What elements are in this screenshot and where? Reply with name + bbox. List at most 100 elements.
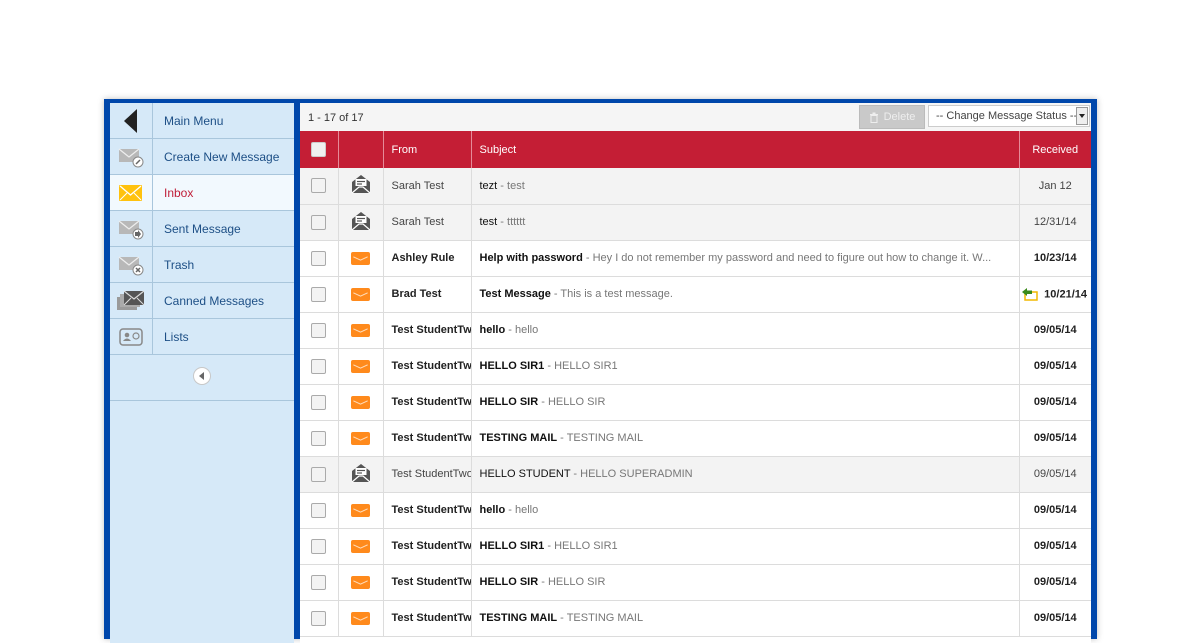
row-checkbox[interactable] bbox=[311, 574, 327, 590]
row-checkbox[interactable] bbox=[311, 250, 327, 266]
subject-separator: - bbox=[497, 179, 508, 192]
table-row[interactable]: Test StudentTwo HELLO SIR1 - HELLO SIR1 … bbox=[300, 528, 1091, 565]
subject-text: hello bbox=[479, 504, 506, 516]
subject-cell: TESTING MAIL - TESTING MAIL bbox=[471, 600, 1020, 637]
subject-separator: - bbox=[582, 252, 593, 264]
received-cell: 09/05/14 bbox=[1019, 600, 1091, 637]
sidebar-item-sent-message[interactable]: Sent Message bbox=[110, 211, 294, 247]
select-all-checkbox[interactable] bbox=[311, 142, 327, 157]
subject-text: HELLO SIR bbox=[479, 576, 539, 588]
row-checkbox[interactable] bbox=[311, 322, 327, 338]
checkbox-cell bbox=[300, 384, 339, 421]
row-checkbox[interactable] bbox=[311, 214, 327, 230]
sidebar: Main Menu Create New Message Inbox Sent … bbox=[110, 103, 294, 643]
preview-text: HELLO SIR bbox=[547, 576, 606, 588]
replied-icon bbox=[1022, 287, 1038, 301]
status-icon-cell bbox=[338, 600, 384, 637]
table-row[interactable]: Brad Test Test Message - This is a test … bbox=[300, 276, 1091, 313]
received-cell: 09/05/14 bbox=[1019, 312, 1091, 349]
received-date: Jan 12 bbox=[1038, 179, 1072, 192]
sidebar-item-canned-messages[interactable]: Canned Messages bbox=[110, 283, 294, 319]
change-message-status-select[interactable]: -- Change Message Status -- bbox=[928, 105, 1090, 127]
from-cell: Test StudentTwo bbox=[383, 492, 472, 529]
sidebar-item-trash[interactable]: Trash bbox=[110, 247, 294, 283]
delete-button[interactable]: Delete bbox=[859, 105, 925, 129]
checkbox-cell bbox=[300, 348, 339, 385]
preview-text: hello bbox=[514, 324, 539, 336]
table-row[interactable]: Test StudentTwo hello - hello 09/05/14 bbox=[300, 492, 1091, 529]
from-cell: Test StudentTwo bbox=[383, 564, 472, 601]
delete-label: Delete bbox=[883, 111, 916, 123]
received-cell: 09/05/14 bbox=[1019, 492, 1091, 529]
table-row[interactable]: Sarah Test tezt - test Jan 12 bbox=[300, 168, 1091, 205]
received-column-header[interactable]: Received bbox=[1019, 131, 1091, 168]
row-checkbox[interactable] bbox=[311, 286, 327, 302]
received-date: 09/05/14 bbox=[1033, 468, 1077, 480]
sidebar-item-create-new-message[interactable]: Create New Message bbox=[110, 139, 294, 175]
status-icon-cell bbox=[338, 312, 384, 349]
received-date: 12/31/14 bbox=[1033, 216, 1077, 228]
subject-text: tezt bbox=[479, 179, 498, 192]
subject-separator: - bbox=[544, 540, 555, 552]
checkbox-cell bbox=[300, 456, 339, 493]
subject-text: HELLO SIR1 bbox=[479, 360, 545, 372]
subject-cell: HELLO SIR - HELLO SIR bbox=[471, 564, 1020, 601]
subject-cell: TESTING MAIL - TESTING MAIL bbox=[471, 420, 1020, 457]
subject-column-header[interactable]: Subject bbox=[471, 131, 1020, 168]
subject-cell: Help with password - Hey I do not rememb… bbox=[471, 240, 1020, 277]
subject-cell: tezt - test bbox=[471, 168, 1020, 205]
from-cell: Test StudentTwo bbox=[383, 600, 472, 637]
canned-messages-icon bbox=[117, 290, 145, 310]
table-row[interactable]: Test StudentTwo HELLO STUDENT - HELLO SU… bbox=[300, 456, 1091, 493]
mail-app-frame: Main Menu Create New Message Inbox Sent … bbox=[104, 99, 1097, 643]
row-checkbox[interactable] bbox=[311, 430, 327, 446]
unread-mail-icon bbox=[351, 539, 370, 553]
checkbox-cell bbox=[300, 204, 339, 241]
icon-column-header bbox=[338, 131, 384, 168]
trash-icon bbox=[869, 112, 878, 123]
table-row[interactable]: Test StudentTwo TESTING MAIL - TESTING M… bbox=[300, 420, 1091, 457]
received-date: 09/05/14 bbox=[1033, 504, 1077, 516]
chevron-down-icon bbox=[1076, 107, 1088, 125]
table-row[interactable]: Test StudentTwo HELLO SIR1 - HELLO SIR1 … bbox=[300, 348, 1091, 385]
status-icon-cell bbox=[338, 384, 384, 421]
trash-mail-icon bbox=[118, 256, 144, 275]
table-row[interactable]: Test StudentTwo HELLO SIR - HELLO SIR 09… bbox=[300, 564, 1091, 601]
row-checkbox[interactable] bbox=[311, 466, 327, 482]
table-row[interactable]: Sarah Test test - tttttt 12/31/14 bbox=[300, 204, 1091, 241]
opened-mail-icon bbox=[351, 211, 370, 230]
status-icon-cell bbox=[338, 420, 384, 457]
from-cell: Test StudentTwo bbox=[383, 528, 472, 565]
sidebar-item-inbox[interactable]: Inbox bbox=[110, 175, 294, 211]
row-checkbox[interactable] bbox=[311, 502, 327, 518]
sent-mail-icon bbox=[118, 220, 144, 239]
collapse-left-icon[interactable] bbox=[193, 367, 211, 385]
row-checkbox[interactable] bbox=[311, 178, 327, 194]
table-row[interactable]: Test StudentTwo hello - hello 09/05/14 bbox=[300, 312, 1091, 349]
table-row[interactable]: Test StudentTwo HELLO SIR - HELLO SIR 09… bbox=[300, 384, 1091, 421]
table-row[interactable]: Ashley Rule Help with password - Hey I d… bbox=[300, 240, 1091, 277]
checkbox-cell bbox=[300, 600, 339, 637]
preview-text: HELLO SIR1 bbox=[554, 360, 618, 372]
subject-text: TESTING MAIL bbox=[479, 612, 558, 624]
received-date: 09/05/14 bbox=[1033, 360, 1077, 372]
back-arrow-icon bbox=[124, 108, 137, 133]
received-cell: 09/05/14 bbox=[1019, 528, 1091, 565]
row-checkbox[interactable] bbox=[311, 610, 327, 626]
table-row[interactable]: Test StudentTwo TESTING MAIL - TESTING M… bbox=[300, 600, 1091, 637]
checkbox-cell bbox=[300, 528, 339, 565]
unread-mail-icon bbox=[351, 251, 370, 265]
row-checkbox[interactable] bbox=[311, 394, 327, 410]
status-icon-cell bbox=[338, 240, 384, 277]
unread-mail-icon bbox=[351, 503, 370, 517]
status-select-value: -- Change Message Status -- bbox=[936, 110, 1078, 122]
subject-text: HELLO STUDENT bbox=[479, 468, 571, 480]
from-cell: Sarah Test bbox=[383, 204, 472, 241]
sidebar-item-lists[interactable]: Lists bbox=[110, 319, 294, 355]
preview-text: HELLO SIR bbox=[547, 396, 606, 408]
sidebar-item-main-menu[interactable]: Main Menu bbox=[110, 103, 294, 139]
row-checkbox[interactable] bbox=[311, 538, 327, 554]
status-icon-cell bbox=[338, 492, 384, 529]
from-column-header[interactable]: From bbox=[383, 131, 472, 168]
row-checkbox[interactable] bbox=[311, 358, 327, 374]
